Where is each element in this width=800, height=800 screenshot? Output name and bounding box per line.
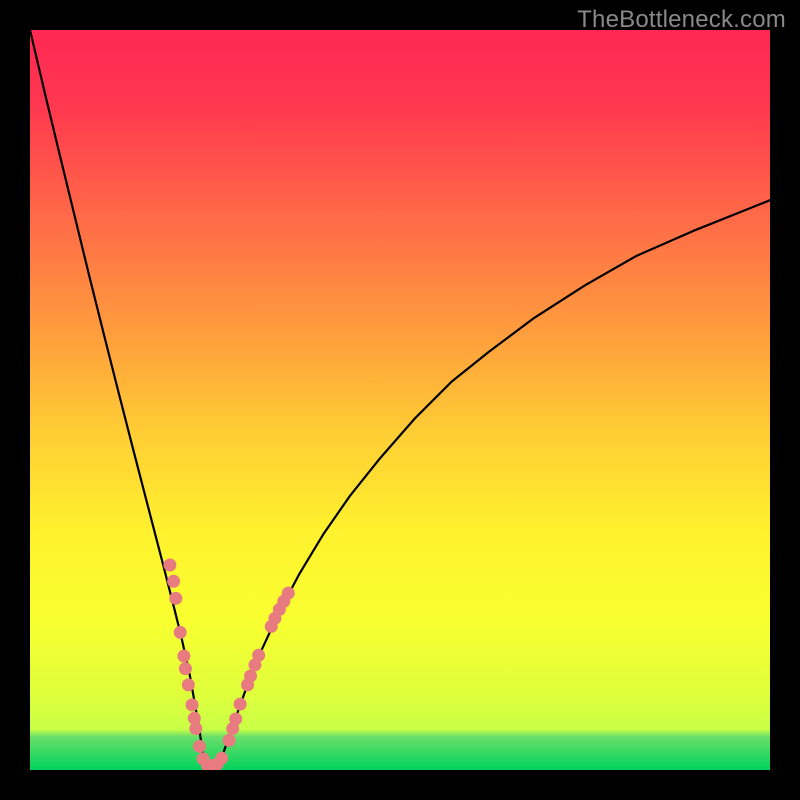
data-dot [182, 678, 195, 691]
data-dot [244, 670, 257, 683]
data-dot [234, 698, 247, 711]
data-dot [179, 662, 192, 675]
data-dot [167, 575, 180, 588]
data-dot [282, 587, 295, 600]
data-dot [186, 698, 199, 711]
gradient-background [30, 30, 770, 770]
data-dot [229, 712, 242, 725]
watermark-text: TheBottleneck.com [577, 6, 786, 34]
bottleneck-chart [0, 0, 800, 800]
data-dot [163, 559, 176, 572]
data-dot [177, 650, 190, 663]
data-dot [223, 734, 236, 747]
data-dot [193, 740, 206, 753]
plot-area [30, 30, 770, 772]
data-dot [174, 626, 187, 639]
data-dot [169, 592, 182, 605]
data-dot [189, 722, 202, 735]
data-dot [252, 649, 265, 662]
data-dot [215, 752, 228, 765]
